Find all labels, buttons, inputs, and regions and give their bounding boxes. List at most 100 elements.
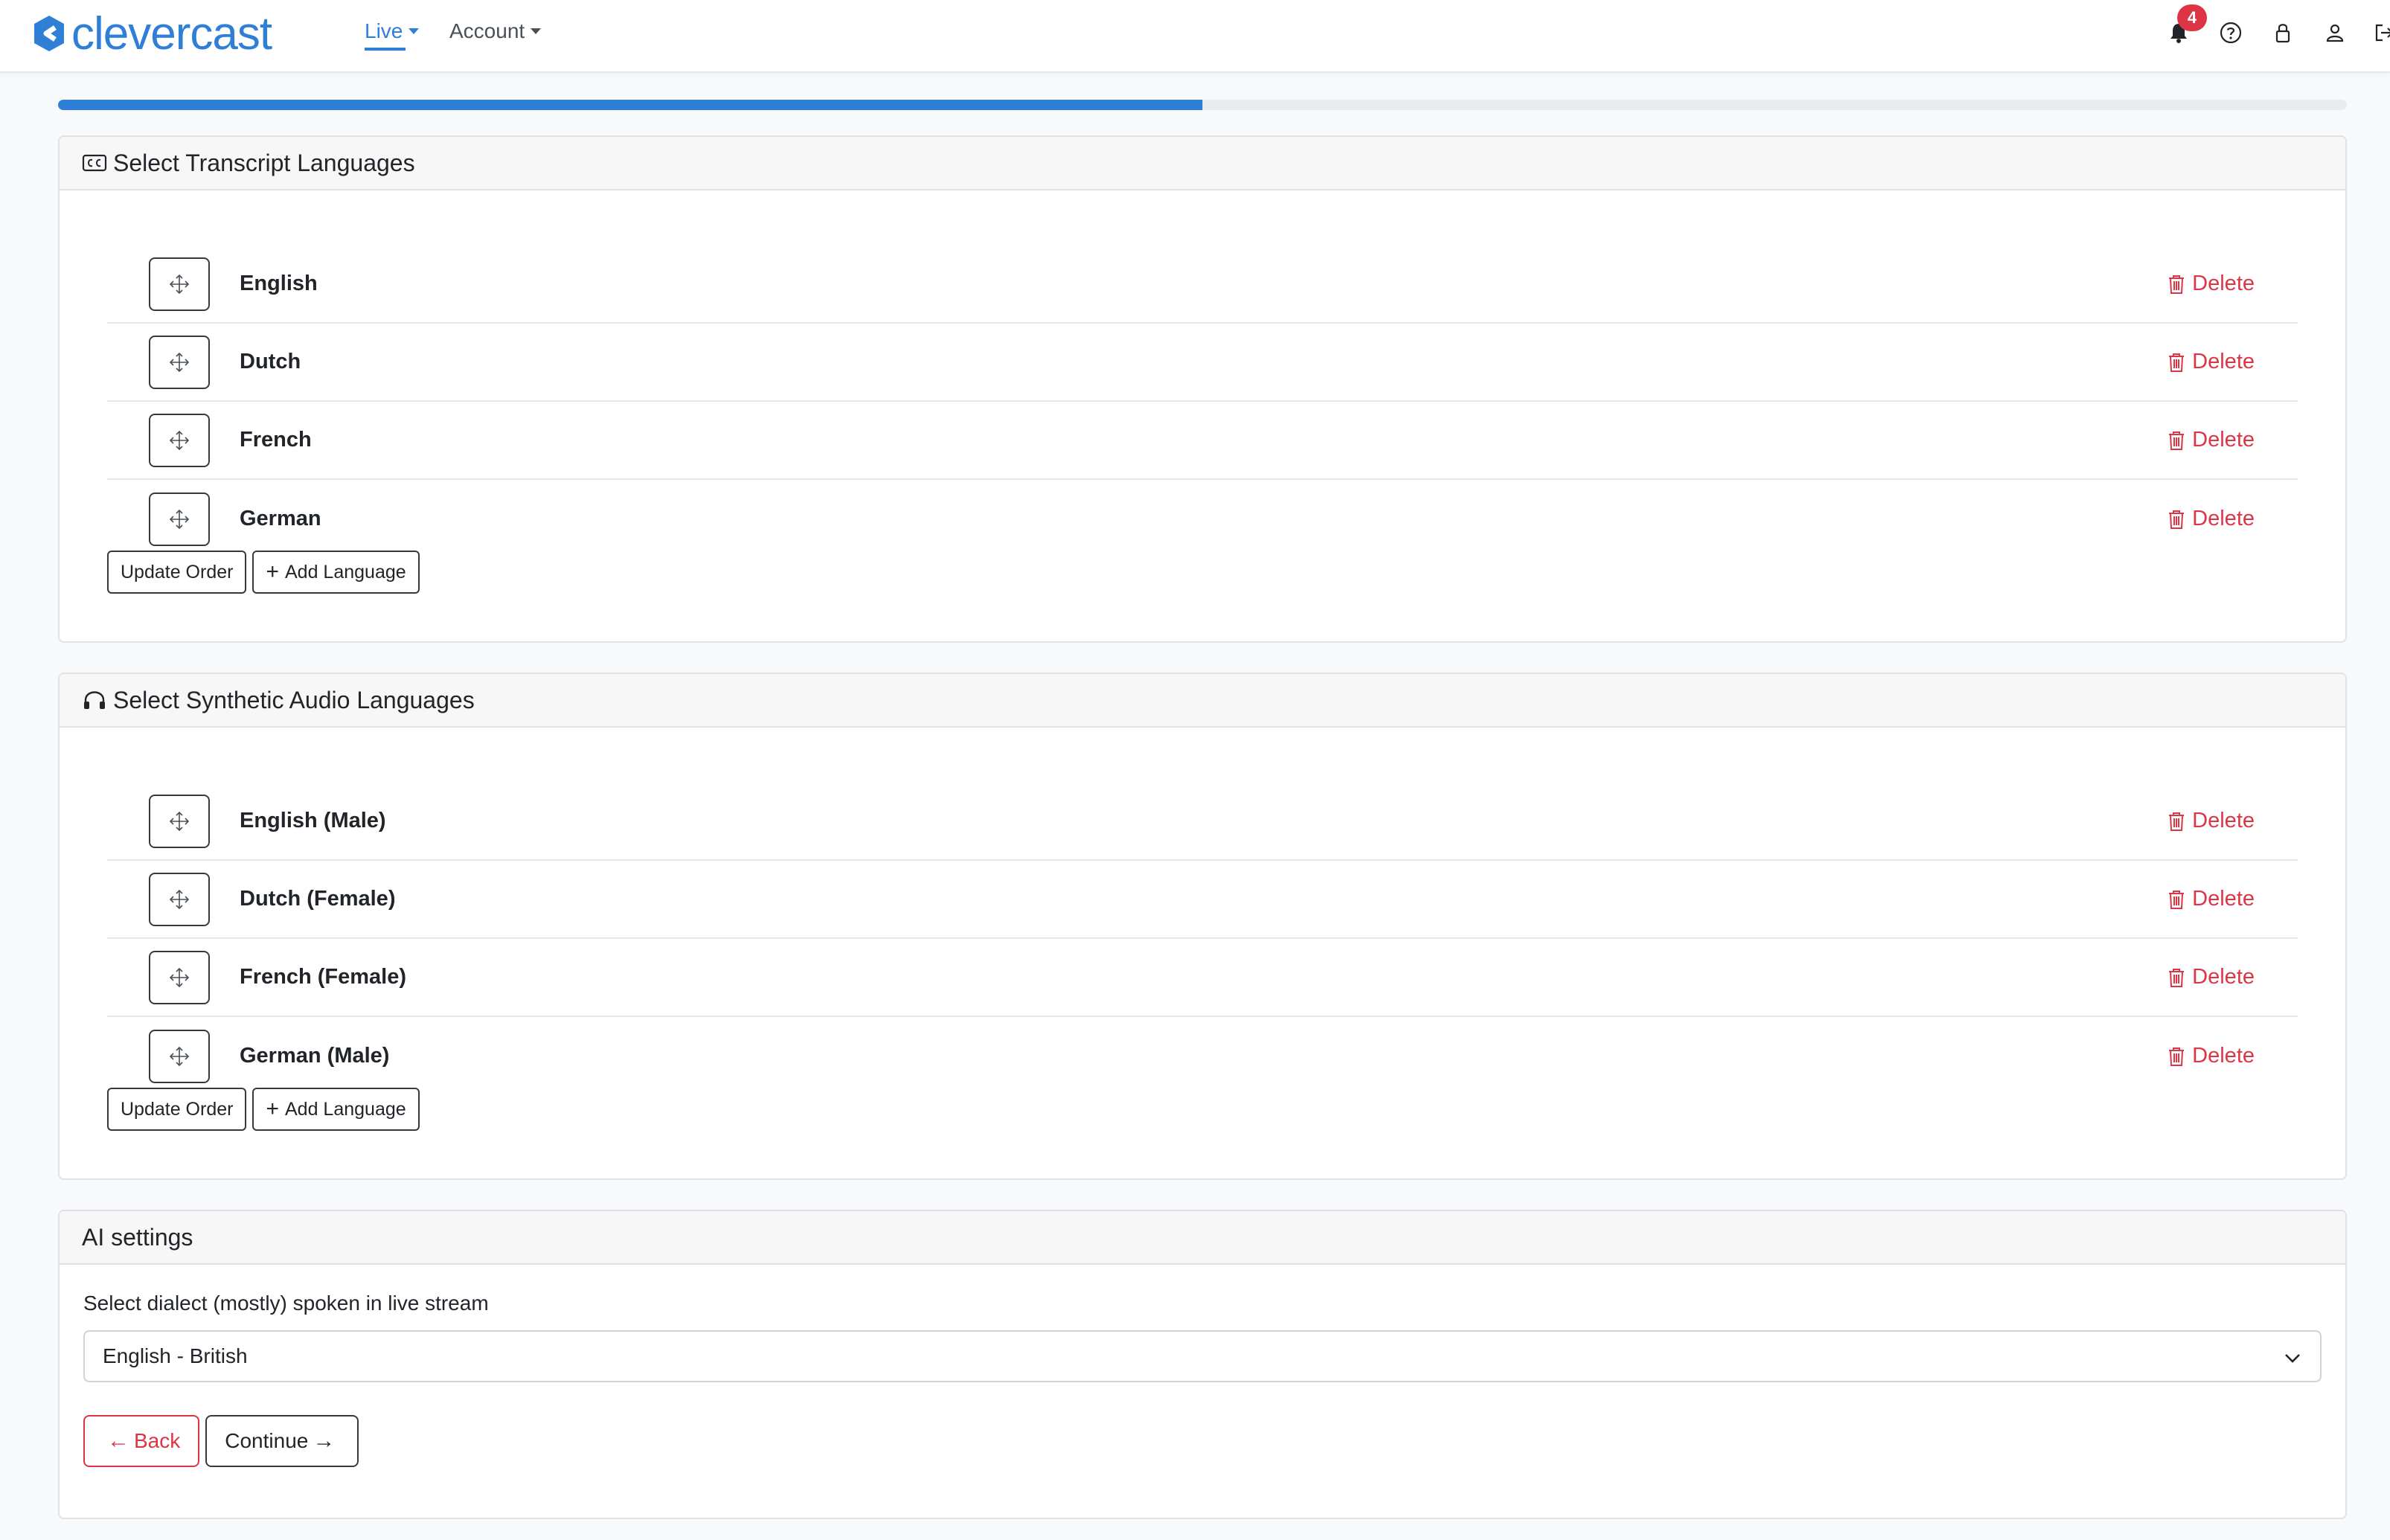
card-title: Select Transcript Languages bbox=[113, 149, 415, 176]
drag-handle-button[interactable] bbox=[149, 872, 210, 926]
profile-button[interactable] bbox=[2320, 18, 2350, 48]
caret-down-icon bbox=[409, 28, 420, 34]
drag-handle-button[interactable] bbox=[149, 335, 210, 389]
card-title: Select Synthetic Audio Languages bbox=[113, 686, 475, 713]
user-icon bbox=[2326, 24, 2344, 42]
transcript-actions: Update Order + Add Language bbox=[107, 551, 426, 594]
card-title: AI settings bbox=[82, 1223, 193, 1251]
language-name: French (Female) bbox=[240, 965, 406, 989]
language-name: English bbox=[240, 272, 318, 295]
arrow-left-icon: ← bbox=[107, 1428, 129, 1453]
language-row: French Delete bbox=[107, 402, 2298, 480]
drag-handle-button[interactable] bbox=[149, 257, 210, 311]
nav-account-dropdown[interactable]: Account bbox=[449, 19, 542, 43]
move-arrows-icon bbox=[169, 811, 190, 831]
nav-icon-group: 4 bbox=[2141, 4, 2390, 48]
nav-live-label: Live bbox=[365, 19, 403, 42]
continue-label: Continue bbox=[225, 1429, 309, 1452]
top-navbar: clevercast Live Account 4 bbox=[0, 0, 2390, 73]
language-row: English Delete bbox=[107, 246, 2298, 324]
delete-label: Delete bbox=[2192, 965, 2255, 989]
dialect-selected-value: English - British bbox=[103, 1344, 248, 1367]
caret-down-icon bbox=[531, 28, 542, 34]
add-language-label: Add Language bbox=[285, 561, 406, 583]
drag-handle-button[interactable] bbox=[149, 1029, 210, 1083]
trash-icon bbox=[2169, 431, 2185, 450]
continue-button[interactable]: Continue → bbox=[205, 1415, 359, 1467]
card-header: Select Transcript Languages bbox=[60, 137, 2345, 190]
delete-language-button[interactable]: Delete bbox=[2167, 1044, 2255, 1068]
progress-fill bbox=[58, 100, 1202, 110]
plus-icon: + bbox=[266, 1097, 279, 1121]
closed-captions-icon bbox=[82, 154, 107, 172]
delete-language-button[interactable]: Delete bbox=[2167, 428, 2255, 452]
delete-label: Delete bbox=[2192, 1044, 2255, 1068]
notification-count-badge: 4 bbox=[2177, 4, 2207, 31]
card-header: Select Synthetic Audio Languages bbox=[60, 674, 2345, 728]
drag-handle-button[interactable] bbox=[149, 413, 210, 467]
delete-language-button[interactable]: Delete bbox=[2167, 350, 2255, 374]
language-name: English (Male) bbox=[240, 809, 386, 832]
update-order-button[interactable]: Update Order bbox=[107, 551, 247, 594]
move-arrows-icon bbox=[169, 274, 190, 294]
trash-icon bbox=[2169, 353, 2185, 372]
drag-handle-button[interactable] bbox=[149, 492, 210, 546]
language-row: Dutch (Female) Delete bbox=[107, 861, 2298, 939]
move-arrows-icon bbox=[169, 889, 190, 909]
audio-language-list: English (Male) Delete Dutch (Female) Del… bbox=[107, 783, 2298, 1095]
delete-label: Delete bbox=[2192, 887, 2255, 911]
lock-button[interactable] bbox=[2268, 18, 2298, 48]
add-language-label: Add Language bbox=[285, 1098, 406, 1120]
ai-settings-card: AI settings Select dialect (mostly) spok… bbox=[58, 1210, 2347, 1519]
delete-label: Delete bbox=[2192, 428, 2255, 452]
logout-icon bbox=[2375, 24, 2390, 42]
delete-language-button[interactable]: Delete bbox=[2167, 965, 2255, 989]
brand-logo[interactable]: clevercast bbox=[31, 7, 272, 60]
wizard-actions: ← Back Continue → bbox=[83, 1415, 359, 1467]
language-row: Dutch Delete bbox=[107, 324, 2298, 402]
back-label: Back bbox=[134, 1429, 181, 1452]
move-arrows-icon bbox=[169, 1046, 190, 1066]
language-name: German bbox=[240, 507, 321, 530]
help-icon bbox=[2220, 22, 2242, 44]
language-row: German (Male) Delete bbox=[107, 1017, 2298, 1095]
delete-language-button[interactable]: Delete bbox=[2167, 809, 2255, 833]
add-language-button[interactable]: + Add Language bbox=[252, 1088, 420, 1131]
language-row: German Delete bbox=[107, 480, 2298, 558]
move-arrows-icon bbox=[169, 509, 190, 529]
move-arrows-icon bbox=[169, 430, 190, 450]
transcript-languages-card: Select Transcript Languages English Dele… bbox=[58, 135, 2347, 643]
trash-icon bbox=[2169, 275, 2185, 294]
delete-language-button[interactable]: Delete bbox=[2167, 272, 2255, 296]
back-button[interactable]: ← Back bbox=[83, 1415, 200, 1467]
trash-icon bbox=[2169, 1047, 2185, 1066]
dialect-select[interactable]: English - British bbox=[83, 1330, 2322, 1382]
delete-language-button[interactable]: Delete bbox=[2167, 887, 2255, 911]
trash-icon bbox=[2169, 510, 2185, 529]
add-language-button[interactable]: + Add Language bbox=[252, 551, 420, 594]
nav-account-label: Account bbox=[449, 19, 525, 42]
nav-live-dropdown[interactable]: Live bbox=[365, 19, 420, 51]
language-row: French (Female) Delete bbox=[107, 939, 2298, 1017]
help-button[interactable] bbox=[2216, 18, 2246, 48]
trash-icon bbox=[2169, 968, 2185, 987]
chevron-down-icon bbox=[2285, 1354, 2300, 1363]
delete-language-button[interactable]: Delete bbox=[2167, 507, 2255, 531]
dialect-label: Select dialect (mostly) spoken in live s… bbox=[83, 1292, 489, 1315]
delete-label: Delete bbox=[2192, 350, 2255, 373]
drag-handle-button[interactable] bbox=[149, 794, 210, 848]
language-name: Dutch (Female) bbox=[240, 887, 396, 911]
card-header: AI settings bbox=[60, 1211, 2345, 1265]
audio-actions: Update Order + Add Language bbox=[107, 1088, 426, 1131]
clevercast-logo-icon bbox=[34, 16, 64, 51]
logout-button[interactable] bbox=[2372, 18, 2390, 48]
plus-icon: + bbox=[266, 559, 279, 584]
drag-handle-button[interactable] bbox=[149, 950, 210, 1004]
lock-icon bbox=[2275, 24, 2290, 43]
delete-label: Delete bbox=[2192, 507, 2255, 530]
update-order-button[interactable]: Update Order bbox=[107, 1088, 247, 1131]
audio-languages-card: Select Synthetic Audio Languages English… bbox=[58, 673, 2347, 1180]
notifications-button[interactable]: 4 bbox=[2164, 4, 2207, 48]
wizard-progress-bar bbox=[58, 100, 2347, 110]
move-arrows-icon bbox=[169, 352, 190, 372]
